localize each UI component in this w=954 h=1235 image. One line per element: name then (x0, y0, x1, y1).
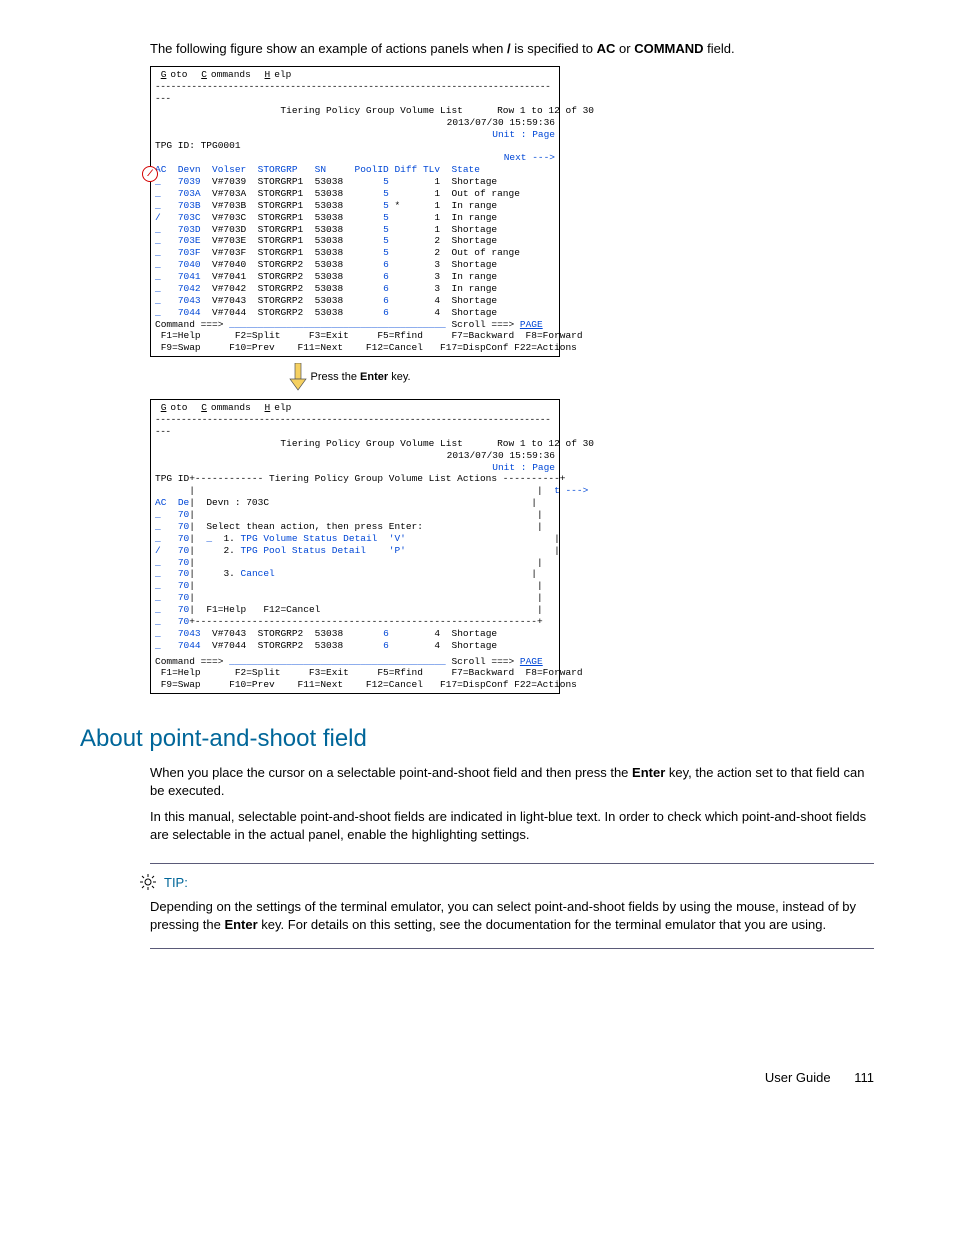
arrow-text: Press the (310, 371, 360, 383)
table-row[interactable]: _ 7044 V#7044 STORGRP2 53038 6 4 Shortag… (155, 307, 555, 319)
table-row[interactable]: _ 7043 V#7043 STORGRP2 53038 6 4 Shortag… (155, 295, 555, 307)
menu-goto[interactable]: Goto (161, 402, 192, 413)
popup-line: AC De| Devn : 703C | (155, 497, 555, 509)
fkeys-1: F1=Help F2=Split F3=Exit F5=Rfind F7=Bac… (155, 667, 555, 679)
popup-line: _ 70| | (155, 509, 555, 521)
table-row[interactable]: _ 7043 V#7043 STORGRP2 53038 6 4 Shortag… (155, 628, 555, 640)
tip-box: TIP: Depending on the settings of the te… (150, 863, 874, 950)
fkeys-1: F1=Help F2=Split F3=Exit F5=Rfind F7=Bac… (155, 330, 555, 342)
popup-top: TPG ID+------------ Tiering Policy Group… (155, 473, 555, 485)
fkeys-2: F9=Swap F10=Prev F11=Next F12=Cancel F17… (155, 679, 555, 691)
table-row[interactable]: _ 7040 V#7040 STORGRP2 53038 6 3 Shortag… (155, 259, 555, 271)
title-row: Tiering Policy Group Volume List Row 1 t… (155, 105, 555, 117)
popup-line: | | t ---> (155, 485, 555, 497)
divider: ----------------------------------------… (155, 414, 555, 438)
popup-opt2[interactable]: / 70| 2. TPG Pool Status Detail 'P' | (155, 545, 555, 557)
footer: User Guide 111 (80, 1069, 874, 1087)
popup-line: _ 70| Select thean action, then press En… (155, 521, 555, 533)
fkeys-2: F9=Swap F10=Prev F11=Next F12=Cancel F17… (155, 342, 555, 354)
section-heading: About point-and-shoot field (80, 722, 874, 756)
intro-or: or (615, 41, 634, 56)
intro-text3: field. (704, 41, 735, 56)
arrow-enter: Enter (360, 371, 388, 383)
popup-line: _ 70| | (155, 580, 555, 592)
panel-2: Goto Commands Help ---------------------… (150, 399, 560, 694)
footer-guide: User Guide (765, 1070, 831, 1085)
arrow-caption: Press the Enter key. (150, 363, 550, 391)
popup-opt3[interactable]: _ 70| 3. Cancel | (155, 568, 555, 580)
popup-line: _ 70| | (155, 592, 555, 604)
arrow-text2: key. (388, 371, 410, 383)
intro-command: COMMAND (634, 41, 703, 56)
table-row[interactable]: _ 7042 V#7042 STORGRP2 53038 6 3 In rang… (155, 283, 555, 295)
table-row[interactable]: _ 7044 V#7044 STORGRP2 53038 6 4 Shortag… (155, 640, 555, 652)
intro-paragraph: The following figure show an example of … (150, 40, 874, 58)
para-1: When you place the cursor on a selectabl… (150, 764, 874, 800)
tpg-id: TPG ID: TPG0001 (155, 140, 555, 152)
tip-text: Depending on the settings of the termina… (150, 898, 874, 934)
page-number: 111 (854, 1070, 874, 1085)
para-2: In this manual, selectable point-and-sho… (150, 808, 874, 844)
divider: ----------------------------------------… (155, 81, 555, 105)
menubar: Goto Commands Help (155, 402, 555, 414)
table-row[interactable]: / 703C V#703C STORGRP1 53038 5 1 In rang… (155, 212, 555, 224)
down-arrow-icon (289, 363, 307, 391)
intro-text: The following figure show an example of … (150, 41, 507, 56)
menubar: Goto Commands Help (155, 69, 555, 81)
command-line[interactable]: Command ===> ___________________________… (155, 656, 555, 668)
table-row[interactable]: _ 703B V#703B STORGRP1 53038 5 * 1 In ra… (155, 200, 555, 212)
intro-ac: AC (597, 41, 616, 56)
unit-line: Unit : Page (155, 462, 555, 474)
popup-line: _ 70| | (155, 557, 555, 569)
table-row[interactable]: _ 703A V#703A STORGRP1 53038 5 1 Out of … (155, 188, 555, 200)
popup-opt1[interactable]: _ 70| _ 1. TPG Volume Status Detail 'V' … (155, 533, 555, 545)
menu-commands[interactable]: Commands (201, 69, 255, 80)
popup-fkeys: _ 70| F1=Help F12=Cancel | (155, 604, 555, 616)
table-row[interactable]: _ 7039 V#7039 STORGRP1 53038 5 1 Shortag… (155, 176, 555, 188)
title-row: Tiering Policy Group Volume List Row 1 t… (155, 438, 555, 450)
header-row: AC Devn Volser STORGRP SN PoolID Diff TL… (155, 164, 555, 176)
panel-1: / Goto Commands Help -------------------… (150, 66, 560, 357)
timestamp: 2013/07/30 15:59:36 (155, 450, 555, 462)
table-row[interactable]: _ 703D V#703D STORGRP1 53038 5 1 Shortag… (155, 224, 555, 236)
popup-bottom: _ 70+-----------------------------------… (155, 616, 555, 628)
next-link[interactable]: Next ---> (155, 152, 555, 164)
table-row[interactable]: _ 703E V#703E STORGRP1 53038 5 2 Shortag… (155, 235, 555, 247)
menu-commands[interactable]: Commands (201, 402, 255, 413)
table-row[interactable]: _ 7041 V#7041 STORGRP2 53038 6 3 In rang… (155, 271, 555, 283)
menu-help[interactable]: Help (265, 402, 296, 413)
command-line[interactable]: Command ===> ___________________________… (155, 319, 555, 331)
tip-icon (140, 874, 156, 890)
intro-text2: is specified to (511, 41, 597, 56)
menu-help[interactable]: Help (265, 69, 296, 80)
tip-label: TIP: (164, 875, 188, 890)
table-row[interactable]: _ 703F V#703F STORGRP1 53038 5 2 Out of … (155, 247, 555, 259)
timestamp: 2013/07/30 15:59:36 (155, 117, 555, 129)
menu-goto[interactable]: Goto (161, 69, 192, 80)
unit-line: Unit : Page (155, 129, 555, 141)
